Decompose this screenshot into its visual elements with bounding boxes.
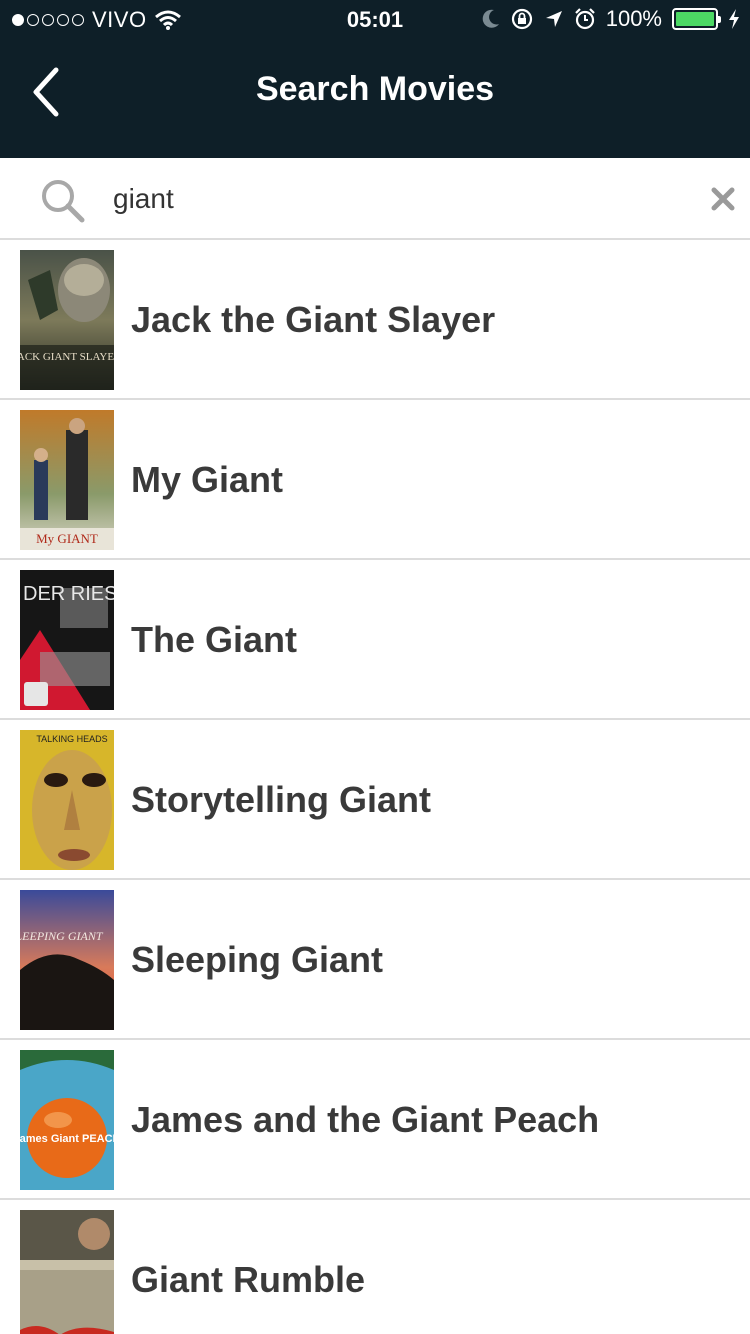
poster-text: My GIANT [36, 531, 98, 546]
movie-title: Storytelling Giant [131, 779, 432, 820]
search-input[interactable] [113, 178, 673, 220]
charging-bolt-icon [729, 9, 739, 29]
poster-text: James Giant PEACH [20, 1133, 114, 1145]
search-bar [0, 158, 750, 240]
page-title: Search Movies [255, 70, 495, 108]
movie-title: My Giant [131, 459, 284, 500]
poster-text: SLEEPING GIANT [20, 929, 104, 943]
navigation-bar: Search Movies [0, 40, 750, 158]
movie-poster [20, 1210, 114, 1334]
battery-icon [672, 8, 721, 30]
movie-title: Jack the Giant Slayer [131, 299, 496, 340]
alarm-icon [574, 8, 595, 30]
status-right: 100% [482, 6, 740, 32]
location-arrow-icon [545, 11, 562, 27]
list-item[interactable]: James Giant PEACH James and the Giant Pe… [0, 1040, 750, 1200]
poster-text: TALKING HEADS [36, 734, 107, 744]
movie-poster: James Giant PEACH [20, 1050, 114, 1190]
movie-title: Sleeping Giant [131, 939, 384, 980]
movie-poster: JACK GIANT SLAYER [20, 250, 114, 390]
status-bar: VIVO 05:01 100% [0, 0, 750, 40]
close-icon[interactable] [710, 186, 736, 212]
movie-poster: TALKING HEADS [20, 730, 114, 870]
battery-percent: 100% [605, 6, 662, 31]
poster-text: DER RIESE [23, 583, 114, 605]
rotation-lock-icon [511, 8, 532, 30]
list-item[interactable]: JACK GIANT SLAYER Jack the Giant Slayer [0, 240, 750, 400]
battery-level [676, 12, 714, 26]
list-item[interactable]: Giant Rumble [0, 1200, 750, 1334]
movie-poster: SLEEPING GIANT [20, 890, 114, 1030]
movie-title: The Giant [131, 619, 298, 660]
movie-title: Giant Rumble [131, 1259, 366, 1300]
list-item[interactable]: SLEEPING GIANT Sleeping Giant [0, 880, 750, 1040]
list-item[interactable]: TALKING HEADS Storytelling Giant [0, 720, 750, 880]
search-icon [42, 180, 85, 223]
movie-poster: My GIANT [20, 410, 114, 550]
movie-title: James and the Giant Peach [131, 1099, 600, 1140]
search-results-list: JACK GIANT SLAYER Jack the Giant Slayer … [0, 240, 750, 1334]
app-header: VIVO 05:01 100% Search Movies [0, 0, 750, 158]
poster-text: JACK GIANT SLAYER [20, 351, 114, 363]
movie-poster: DER RIESE [20, 570, 114, 710]
list-item[interactable]: My GIANT My Giant [0, 400, 750, 560]
moon-icon [482, 9, 499, 28]
list-item[interactable]: DER RIESE The Giant [0, 560, 750, 720]
